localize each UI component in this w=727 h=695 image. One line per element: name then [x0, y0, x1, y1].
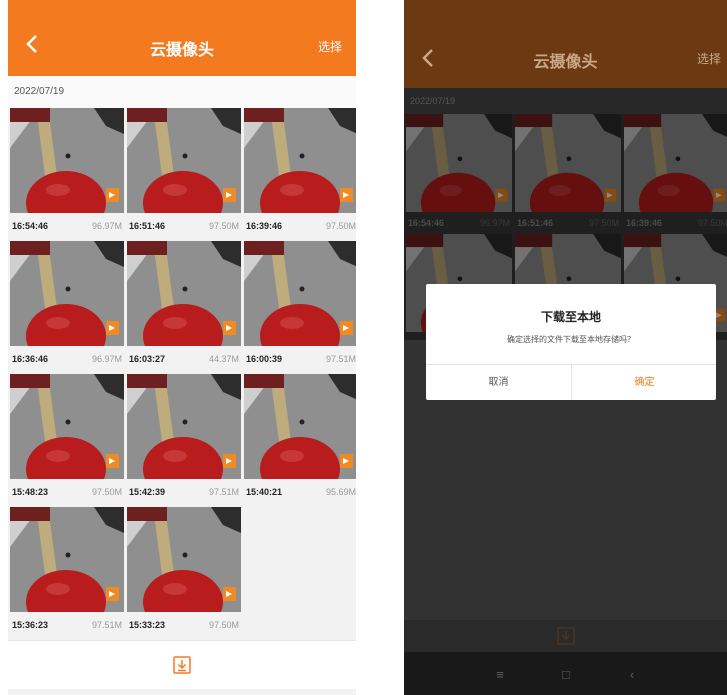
- video-thumbnail-image: [127, 507, 241, 612]
- download-dialog: 下载至本地 确定选择的文件下载至本地存储吗？ 取消 确定: [426, 284, 716, 400]
- page-title: 云摄像头: [533, 54, 598, 71]
- video-thumbnail[interactable]: [127, 241, 241, 346]
- video-thumbnail-image: [244, 241, 356, 346]
- video-size: 97.51M: [325, 354, 356, 364]
- video-thumbnail-item[interactable]: 15:40:21 95.69M: [244, 374, 356, 507]
- video-thumbnail[interactable]: [244, 374, 356, 479]
- cancel-button[interactable]: 取消: [426, 365, 571, 400]
- video-caption: 16:36:46 96.97M: [10, 349, 124, 369]
- video-caption: 16:51:46 97.50M: [127, 216, 241, 236]
- video-caption: 15:48:23 97.50M: [10, 482, 124, 502]
- video-size: 97.51M: [91, 620, 122, 630]
- video-thumbnail-image: [10, 374, 124, 479]
- video-thumbnail-item[interactable]: 16:00:39 97.51M: [244, 241, 356, 374]
- video-time: 15:40:21: [246, 487, 283, 497]
- video-caption: 16:39:46 97.50M: [244, 216, 356, 236]
- video-size: 97.50M: [208, 221, 239, 231]
- video-size: 96.97M: [91, 354, 122, 364]
- select-button[interactable]: 选择: [318, 38, 342, 55]
- video-size: 95.69M: [325, 487, 356, 497]
- video-thumbnail-image: [10, 507, 124, 612]
- video-thumbnail-image: [127, 374, 241, 479]
- video-thumbnail-image: [244, 108, 356, 213]
- video-size: 96.97M: [91, 221, 122, 231]
- video-time: 16:00:39: [246, 354, 283, 364]
- video-thumbnail-item[interactable]: 15:36:23 97.51M: [10, 507, 124, 640]
- video-thumbnail[interactable]: [10, 507, 124, 612]
- video-caption: 15:40:21 95.69M: [244, 482, 356, 502]
- video-caption: 16:54:46 96.97M: [10, 216, 124, 236]
- video-thumbnail-item[interactable]: 16:54:46 96.97M: [10, 108, 124, 241]
- video-time: 16:39:46: [246, 221, 283, 231]
- video-thumbnail[interactable]: [10, 108, 124, 213]
- date-label: 2022/07/19: [14, 86, 65, 97]
- video-thumbnail-item[interactable]: 15:48:23 97.50M: [10, 374, 124, 507]
- dialog-title: 下载至本地: [540, 310, 601, 324]
- video-thumbnail-item[interactable]: 15:42:39 97.51M: [127, 374, 241, 507]
- video-thumbnail-image: [10, 108, 124, 213]
- video-time: 16:51:46: [129, 221, 166, 231]
- video-thumbnail-item[interactable]: 16:39:46 97.50M: [244, 108, 356, 241]
- video-caption: 15:33:23 97.50M: [127, 615, 241, 635]
- video-thumbnail-image: [10, 241, 124, 346]
- video-thumbnail[interactable]: [244, 108, 356, 213]
- status-bar: [404, 0, 727, 26]
- video-size: 44.37M: [208, 354, 239, 364]
- video-size: 97.50M: [91, 487, 122, 497]
- video-size: 97.51M: [208, 487, 239, 497]
- video-thumbnail-image: [244, 374, 356, 479]
- video-time: 15:33:23: [129, 620, 166, 630]
- left-phone-screen: 云摄像头 选择 2022/07/19 16:54:46 96.97M 16:51:4…: [8, 0, 356, 695]
- video-caption: 16:03:27 44.37M: [127, 349, 241, 369]
- video-thumbnail-item[interactable]: 16:03:27 44.37M: [127, 241, 241, 374]
- video-thumbnail[interactable]: [244, 241, 356, 346]
- video-thumbnail[interactable]: [10, 374, 124, 479]
- page-title: 云摄像头: [149, 42, 214, 59]
- download-icon[interactable]: [172, 655, 192, 675]
- video-time: 16:54:46: [12, 221, 49, 231]
- select-button[interactable]: 选择: [697, 50, 721, 67]
- video-caption: 15:42:39 97.51M: [127, 482, 241, 502]
- bottom-toolbar: [8, 640, 356, 689]
- video-thumbnail-image: [127, 108, 241, 213]
- app-header: 云摄像头 选择: [404, 26, 727, 88]
- video-time: 15:48:23: [12, 487, 49, 497]
- video-size: 97.50M: [325, 221, 356, 231]
- video-time: 16:36:46: [12, 354, 49, 364]
- video-thumbnail-item[interactable]: 15:33:23 97.50M: [127, 507, 241, 640]
- video-thumbnail[interactable]: [10, 241, 124, 346]
- video-caption: 15:36:23 97.51M: [10, 615, 124, 635]
- video-thumbnail-image: [127, 241, 241, 346]
- video-thumbnail-item[interactable]: 16:51:46 97.50M: [127, 108, 241, 241]
- video-time: 16:03:27: [129, 354, 166, 364]
- video-thumbnail-item[interactable]: 16:36:46 96.97M: [10, 241, 124, 374]
- video-size: 97.50M: [208, 620, 239, 630]
- dialog-message: 确定选择的文件下载至本地存储吗？: [507, 335, 635, 344]
- video-thumbnail[interactable]: [127, 374, 241, 479]
- video-time: 15:42:39: [129, 487, 166, 497]
- video-thumbnail[interactable]: [127, 108, 241, 213]
- app-header: 云摄像头 选择: [8, 12, 356, 76]
- video-time: 15:36:23: [12, 620, 49, 630]
- status-bar: [8, 0, 356, 12]
- right-phone-screen: 云摄像头 选择 2022/07/19 16:54:46 96.97M 16:51:4…: [404, 0, 727, 695]
- date-group-header: 2022/07/19: [8, 76, 356, 108]
- video-thumbnail[interactable]: [127, 507, 241, 612]
- confirm-button[interactable]: 确定: [572, 365, 717, 400]
- video-caption: 16:00:39 97.51M: [244, 349, 356, 369]
